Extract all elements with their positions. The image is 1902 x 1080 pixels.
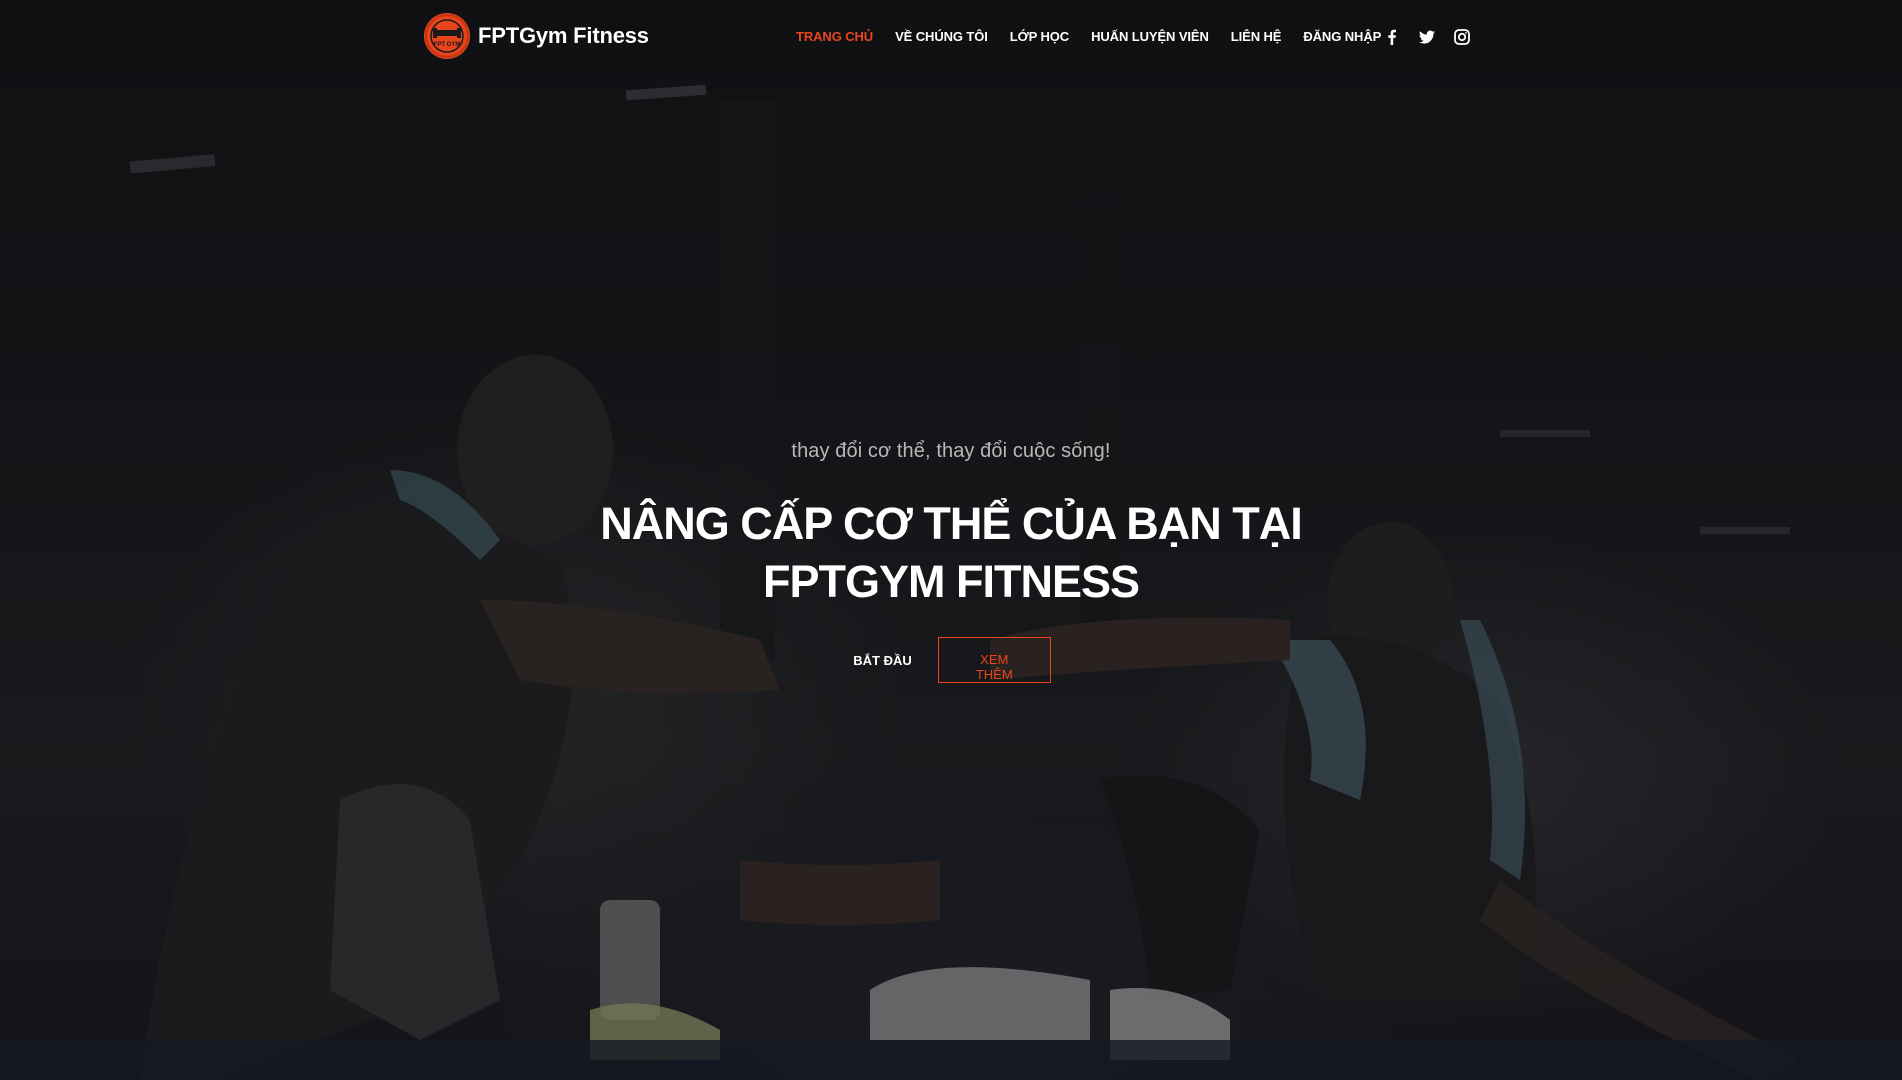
twitter-icon[interactable] — [1419, 29, 1435, 45]
nav-item-classes[interactable]: LỚP HỌC — [1010, 29, 1069, 44]
hero-cta-row: BẮT ĐẦU XEM THÊM — [0, 637, 1902, 683]
see-more-button[interactable]: XEM THÊM — [937, 637, 1051, 683]
facebook-icon[interactable] — [1384, 29, 1400, 45]
logo-badge-icon: FPT GYM — [424, 13, 470, 59]
nav-item-trainers[interactable]: HUẤN LUYỆN VIÊN — [1091, 29, 1209, 44]
instagram-icon[interactable] — [1454, 29, 1470, 45]
nav-item-about[interactable]: VỀ CHÚNG TÔI — [895, 29, 988, 44]
hero-content: thay đổi cơ thể, thay đổi cuộc sống! NÂN… — [0, 440, 1902, 683]
logo-badge-text: FPT GYM — [434, 42, 461, 48]
main-nav: TRANG CHỦ VỀ CHÚNG TÔI LỚP HỌC HUẤN LUYỆ… — [796, 26, 1403, 46]
nav-item-login[interactable]: ĐĂNG NHẬP — [1303, 29, 1381, 44]
brand-name: FPTGym Fitness — [478, 23, 649, 48]
site-header: FPT GYM FPTGym Fitness TRANG CHỦ VỀ CHÚN… — [0, 0, 1902, 76]
start-button[interactable]: BẮT ĐẦU — [851, 639, 914, 682]
nav-item-home[interactable]: TRANG CHỦ — [796, 29, 873, 44]
brand-logo-link[interactable]: FPT GYM FPTGym Fitness — [424, 12, 649, 60]
social-links — [1384, 29, 1470, 45]
hero-tagline: thay đổi cơ thể, thay đổi cuộc sống! — [791, 440, 1111, 462]
nav-item-contact[interactable]: LIÊN HỆ — [1231, 29, 1282, 44]
hero-headline: NÂNG CẤP CƠ THỂ CỦA BẠN TẠI FPTGYM FITNE… — [600, 498, 1302, 607]
